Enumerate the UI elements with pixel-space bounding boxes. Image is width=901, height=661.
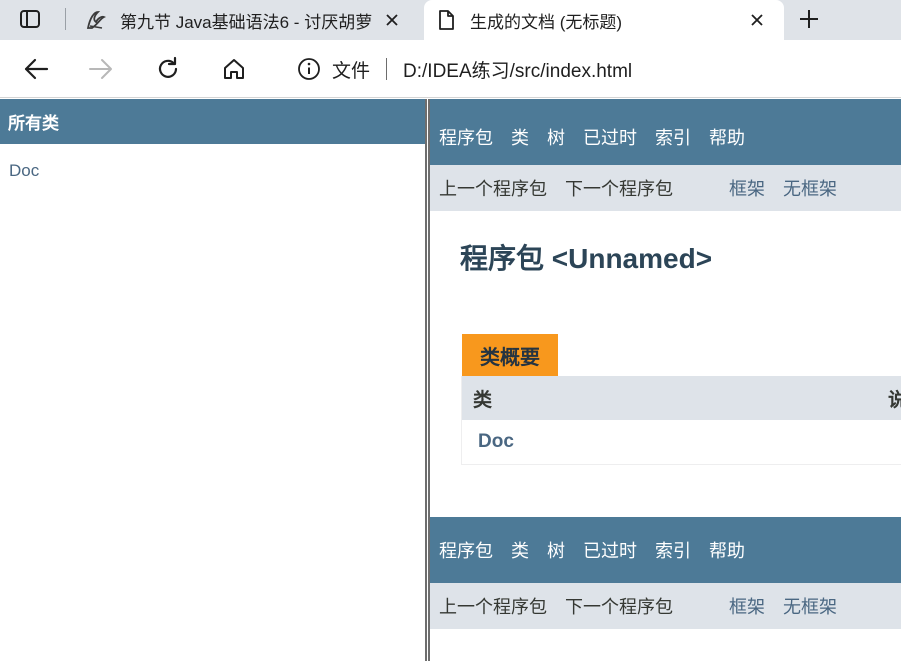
bottom-sub-nav-bar: 上一个程序包 下一个程序包 框架 无框架 <box>430 583 901 629</box>
nav-item-package: 程序包 <box>439 128 493 148</box>
table-header-row: 类 说明 <box>462 376 901 420</box>
close-icon[interactable] <box>742 5 772 35</box>
refresh-icon[interactable] <box>149 50 187 88</box>
nav-item-class: 类 <box>511 128 529 148</box>
sub-nav-bar: 上一个程序包 下一个程序包 框架 无框架 <box>430 165 901 211</box>
nav-item-help[interactable]: 帮助 <box>709 124 745 150</box>
package-frame: 程序包 类 树 已过时 索引 帮助 上一个程序包 下一个程序包 框架 无框架 程… <box>430 99 901 661</box>
address-scheme-label: 文件 <box>332 60 371 82</box>
column-header-description: 说明 <box>888 389 901 411</box>
address-url[interactable]: D:/IDEA练习/src/index.html <box>403 56 632 83</box>
class-summary-caption: 类概要 <box>462 334 558 376</box>
nav-item-index[interactable]: 索引 <box>655 537 691 563</box>
prev-package-label: 上一个程序包 <box>439 179 547 199</box>
tab-blog-article[interactable]: 第九节 Java基础语法6 - 讨厌胡萝卜的小兔子 <box>74 0 419 40</box>
column-header-class: 类 <box>473 389 493 411</box>
forward-arrow-icon <box>82 50 120 88</box>
nav-item-package: 程序包 <box>439 541 493 561</box>
nav-item-class: 类 <box>511 541 529 561</box>
page-title: 程序包 <Unnamed> <box>460 243 713 274</box>
frames-link[interactable]: 框架 <box>729 593 765 619</box>
nav-item-deprecated[interactable]: 已过时 <box>583 124 637 150</box>
class-link-doc[interactable]: Doc <box>478 431 514 453</box>
address-separator <box>386 58 388 80</box>
class-link-doc[interactable]: Doc <box>9 161 39 181</box>
new-tab-plus-icon[interactable] <box>792 2 826 36</box>
tab-title: 第九节 Java基础语法6 - 讨厌胡萝卜的小兔子 <box>120 12 377 32</box>
close-icon[interactable] <box>377 5 407 35</box>
tab-title: 生成的文档 (无标题) <box>470 12 623 32</box>
address-bar[interactable]: 文件 D:/IDEA练习/src/index.html <box>276 47 901 91</box>
frames-link[interactable]: 框架 <box>729 175 765 201</box>
next-package-label: 下一个程序包 <box>565 597 673 617</box>
no-frames-link[interactable]: 无框架 <box>783 175 837 201</box>
nav-item-index[interactable]: 索引 <box>655 124 691 150</box>
home-icon[interactable] <box>215 50 253 88</box>
nav-item-help[interactable]: 帮助 <box>709 537 745 563</box>
nav-item-tree[interactable]: 树 <box>547 537 565 563</box>
blog-logo-icon <box>82 6 110 34</box>
class-summary-table: 类 说明 Doc <box>461 376 901 465</box>
tab-actions-icon[interactable] <box>8 4 52 34</box>
nav-item-tree[interactable]: 树 <box>547 124 565 150</box>
all-classes-header: 所有类 <box>0 99 425 144</box>
document-icon <box>432 6 460 34</box>
table-row: Doc <box>462 420 901 465</box>
nav-item-deprecated[interactable]: 已过时 <box>583 537 637 563</box>
bottom-nav-bar: 程序包 类 树 已过时 索引 帮助 <box>430 517 901 583</box>
back-arrow-icon[interactable] <box>17 50 55 88</box>
info-icon[interactable] <box>296 56 322 82</box>
top-nav-bar: 程序包 类 树 已过时 索引 帮助 <box>430 99 901 165</box>
tab-separator <box>65 8 66 30</box>
no-frames-link[interactable]: 无框架 <box>783 593 837 619</box>
all-classes-frame: 所有类 Doc <box>0 99 425 661</box>
browser-toolbar: 文件 D:/IDEA练习/src/index.html <box>0 40 901 98</box>
tab-strip: 第九节 Java基础语法6 - 讨厌胡萝卜的小兔子 生成的文档 (无标题) <box>0 0 901 40</box>
next-package-label: 下一个程序包 <box>565 179 673 199</box>
tab-generated-doc[interactable]: 生成的文档 (无标题) <box>424 0 784 40</box>
prev-package-label: 上一个程序包 <box>439 597 547 617</box>
